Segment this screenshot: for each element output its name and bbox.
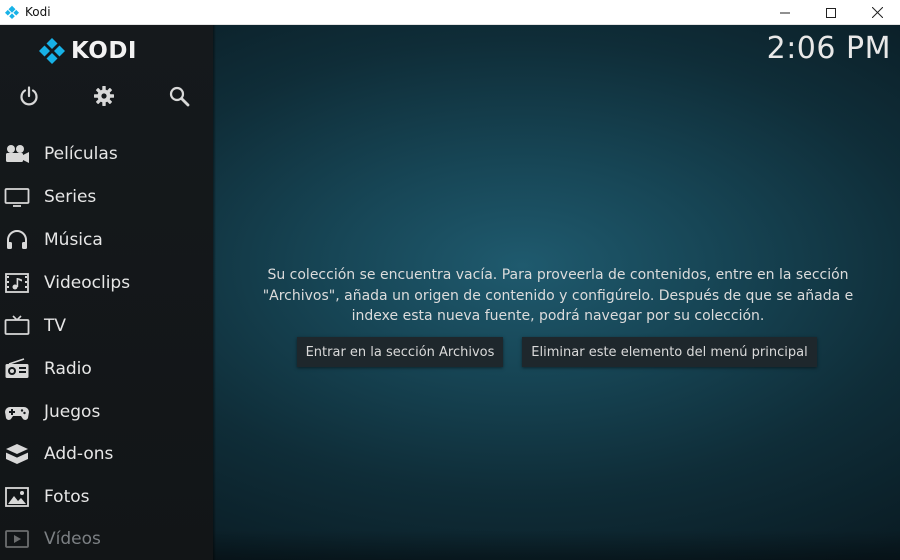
remove-menu-item-button[interactable]: Eliminar este elemento del menú principa… (522, 337, 817, 367)
menu-item-label: Películas (44, 144, 118, 164)
gear-icon (94, 86, 114, 106)
movies-icon (4, 143, 30, 165)
kodi-logo-text: KODI (71, 38, 137, 64)
clock: 2:06 PM (766, 31, 891, 66)
photos-icon (4, 486, 30, 508)
close-icon (871, 7, 883, 18)
menu-item-juegos[interactable]: Juegos (0, 392, 213, 432)
enter-files-section-button[interactable]: Entrar en la sección Archivos (297, 337, 503, 367)
menu-item-label: Add-ons (44, 444, 114, 464)
menu-item-label: TV (44, 316, 67, 336)
window-titlebar: Kodi (0, 0, 900, 25)
kodi-logo[interactable]: KODI (39, 38, 137, 64)
settings-button[interactable] (93, 85, 115, 107)
maximize-icon (826, 7, 836, 18)
power-icon (20, 86, 38, 106)
menu-item-label: Series (44, 187, 97, 207)
empty-library-message: Su colección se encuentra vacía. Para pr… (232, 265, 884, 327)
music-video-icon (4, 272, 30, 294)
addons-icon (4, 443, 30, 465)
minimize-button[interactable] (762, 0, 808, 25)
videos-icon (4, 528, 30, 550)
search-button[interactable] (168, 85, 190, 107)
message-line: Su colección se encuentra vacía. Para pr… (267, 267, 849, 283)
menu-item-peliculas[interactable]: Películas (0, 134, 213, 174)
menu-item-series[interactable]: Series (0, 177, 213, 217)
sidebar: KODI Películas Series Música Videoclips … (0, 25, 213, 560)
message-line: indexe esta nueva fuente, podrá navegar … (351, 308, 765, 324)
radio-icon (4, 358, 30, 380)
top-icon-bar (0, 85, 213, 111)
menu-item-addons[interactable]: Add-ons (0, 434, 213, 474)
menu-item-label: Vídeos (44, 529, 101, 549)
menu-item-videos[interactable]: Vídeos (0, 519, 213, 559)
menu-item-label: Radio (44, 359, 92, 379)
close-button[interactable] (854, 0, 900, 25)
minimize-icon (780, 12, 790, 13)
menu-item-fotos[interactable]: Fotos (0, 477, 213, 517)
sidebar-shadow (213, 25, 216, 560)
window-controls (762, 0, 900, 25)
menu-item-label: Juegos (44, 402, 101, 422)
power-button[interactable] (18, 85, 40, 107)
menu-item-radio[interactable]: Radio (0, 349, 213, 389)
gamepad-icon (4, 401, 30, 423)
kodi-logo-icon (39, 38, 65, 64)
tv-icon (4, 315, 30, 337)
menu-item-label: Música (44, 230, 103, 250)
maximize-button[interactable] (808, 0, 854, 25)
menu-item-tv[interactable]: TV (0, 306, 213, 346)
kodi-home-screen: KODI Películas Series Música Videoclips … (0, 25, 900, 560)
menu-item-musica[interactable]: Música (0, 220, 213, 260)
bottom-vignette (213, 530, 900, 560)
menu-item-label: Videoclips (44, 273, 131, 293)
menu-item-label: Fotos (44, 487, 90, 507)
menu-item-videoclips[interactable]: Videoclips (0, 263, 213, 303)
window-title: Kodi (25, 5, 51, 19)
message-line: "Archivos", añada un origen de contenido… (262, 287, 854, 304)
search-icon (169, 86, 190, 107)
headphones-icon (4, 229, 30, 251)
tv-series-icon (4, 186, 30, 208)
kodi-app-icon (5, 5, 19, 19)
